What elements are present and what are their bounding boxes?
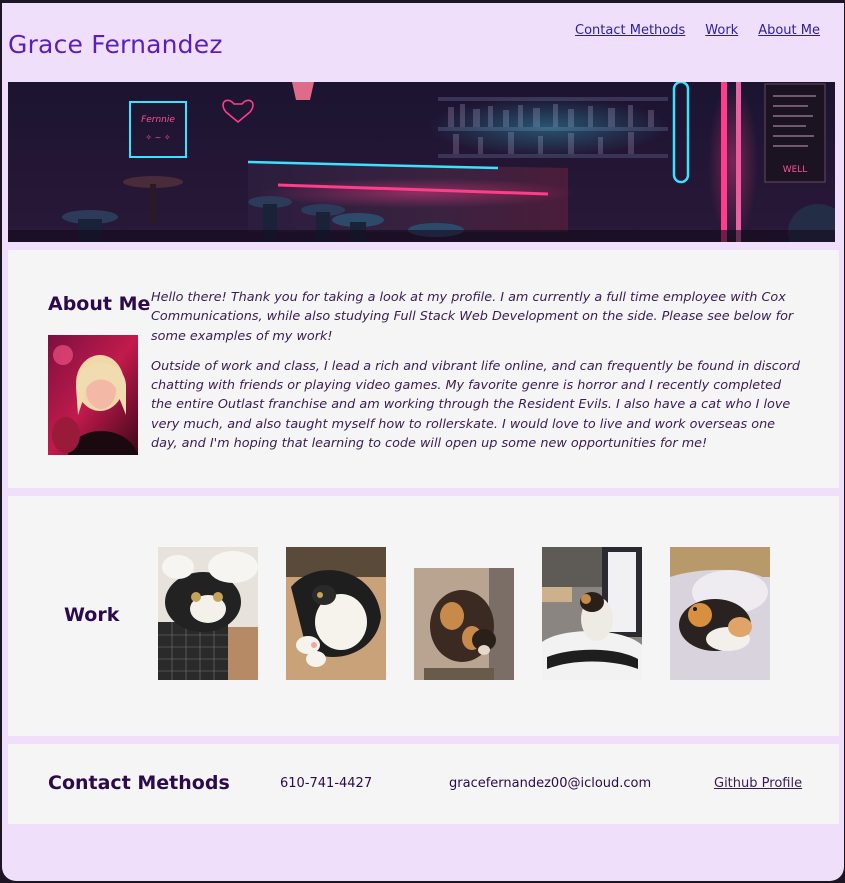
svg-text:Fernnie: Fernnie <box>141 115 175 125</box>
cat-photo-5[interactable] <box>670 547 770 680</box>
about-section: About Me Hello there! Thank you for taki… <box>8 250 839 488</box>
github-profile-link[interactable]: Github Profile <box>714 776 802 791</box>
profile-photo <box>48 335 138 455</box>
top-nav: Contact Methods Work About Me <box>575 23 820 38</box>
about-text: Hello there! Thank you for taking a look… <box>151 288 801 464</box>
page: Grace Fernandez Contact Methods Work Abo… <box>2 3 844 881</box>
svg-text:WELL: WELL <box>783 165 808 175</box>
work-heading: Work <box>64 604 120 626</box>
hero-banner: Fernnie ✧ ~ ✧ WELL <box>8 82 835 242</box>
site-title: Grace Fernandez <box>8 30 223 59</box>
work-section: Work <box>8 496 839 736</box>
cat-photo-1[interactable] <box>158 547 258 680</box>
svg-text:✧ ~ ✧: ✧ ~ ✧ <box>145 133 170 142</box>
cat-photo-4[interactable] <box>542 547 642 680</box>
about-paragraph-2: Outside of work and class, I lead a rich… <box>151 358 801 452</box>
contact-heading: Contact Methods <box>48 772 230 794</box>
neon-bar-illustration: Fernnie ✧ ~ ✧ WELL <box>8 82 835 242</box>
contact-email: gracefernandez00@icloud.com <box>449 776 652 791</box>
contact-section: Contact Methods 610-741-4427 gracefernan… <box>8 744 839 824</box>
nav-link-about-me[interactable]: About Me <box>758 23 820 38</box>
nav-link-contact-methods[interactable]: Contact Methods <box>575 23 685 38</box>
nav-link-work[interactable]: Work <box>705 23 738 38</box>
about-heading: About Me <box>48 293 151 315</box>
cat-photo-2[interactable] <box>286 547 386 680</box>
about-paragraph-1: Hello there! Thank you for taking a look… <box>151 290 794 344</box>
contact-phone: 610-741-4427 <box>280 776 373 791</box>
cat-photo-3[interactable] <box>414 568 514 680</box>
